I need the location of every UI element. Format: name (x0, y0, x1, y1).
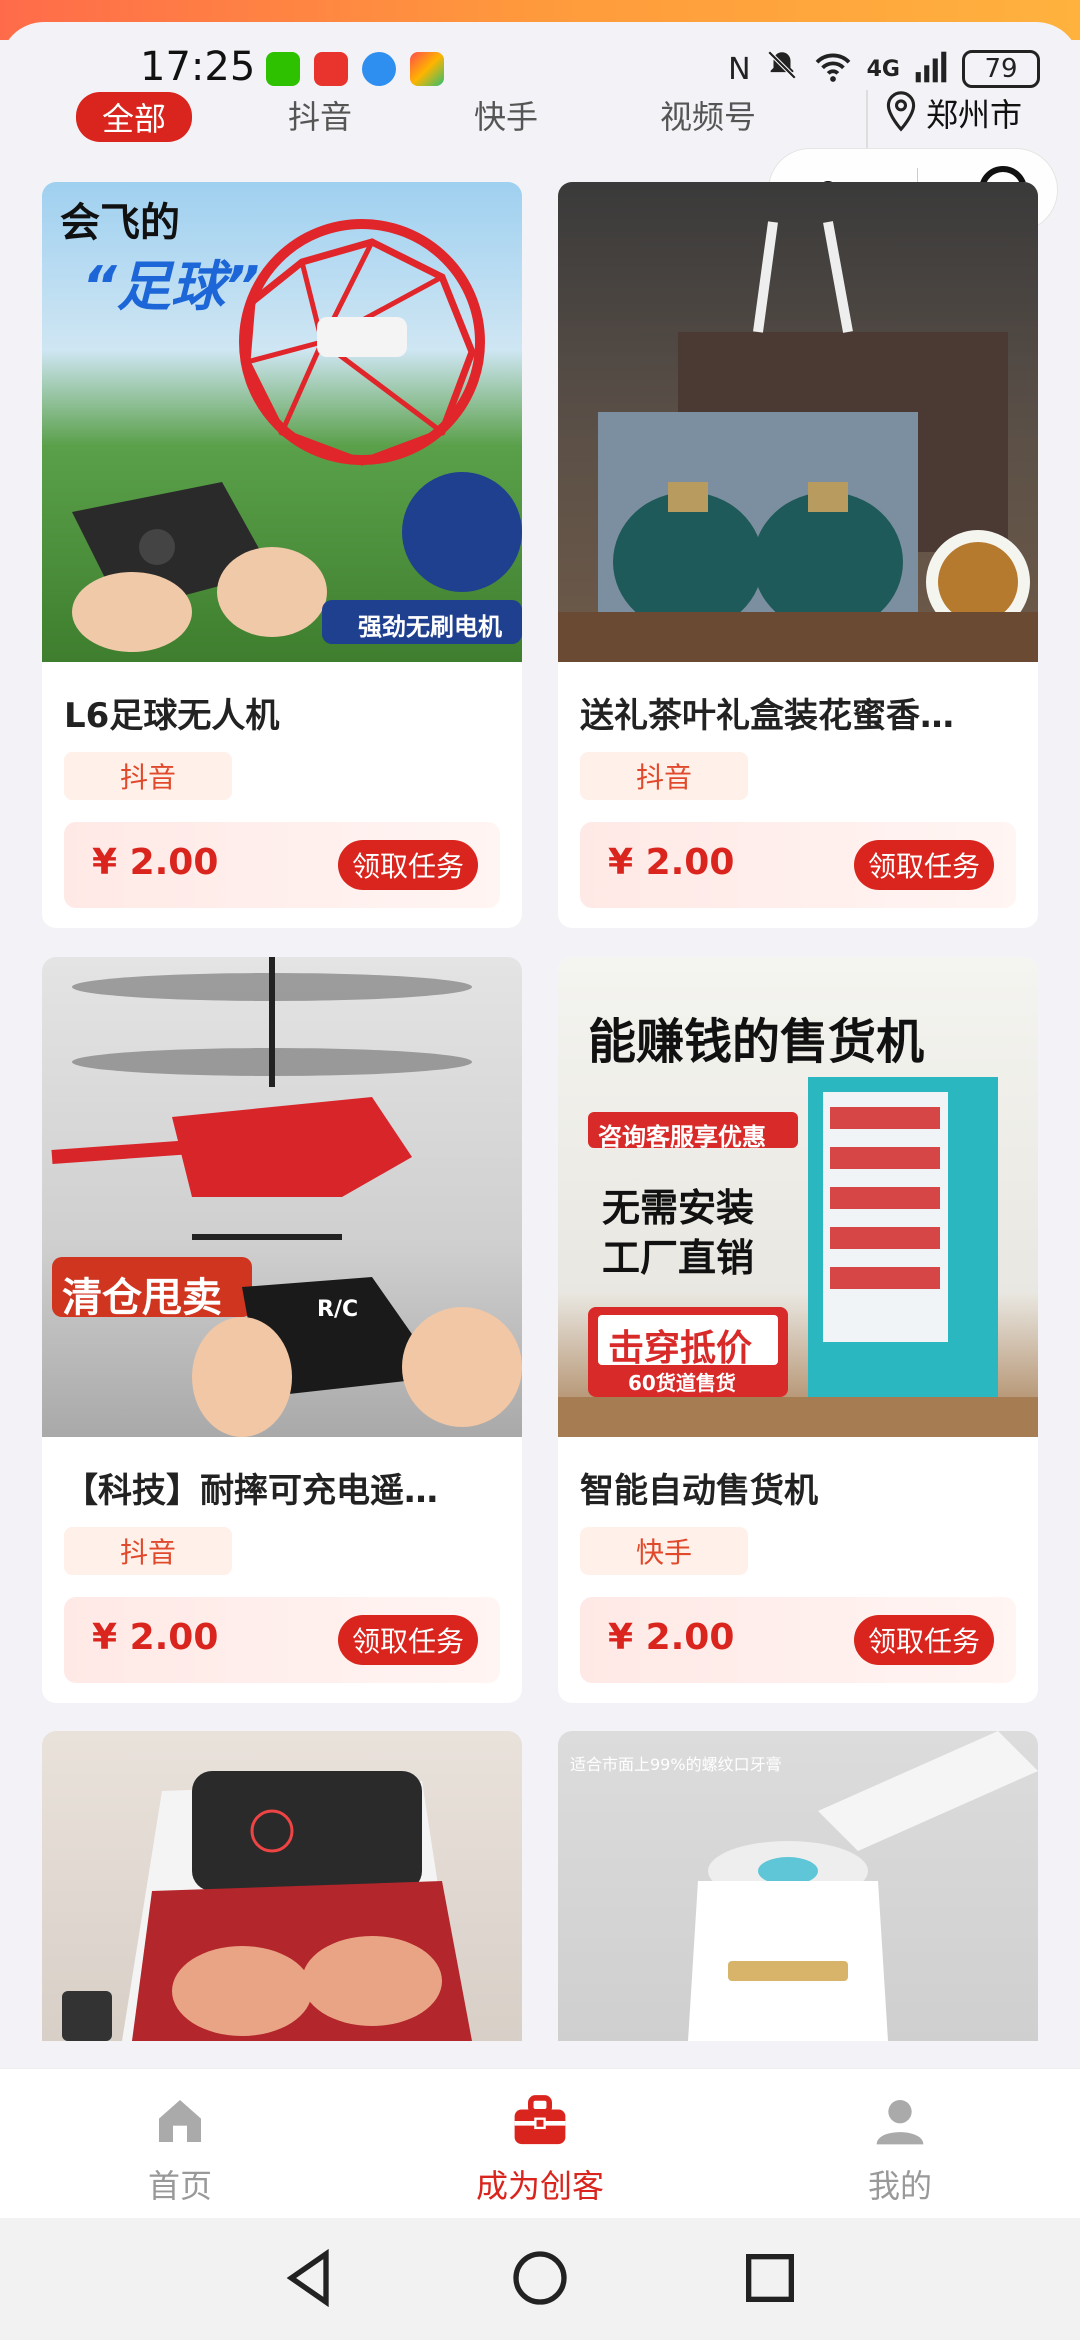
image-rc-label: R/C (317, 1297, 359, 1322)
image-price-label: 击穿抵价 (608, 1328, 753, 1369)
home-icon (152, 2100, 208, 2153)
image-line-1: 无需安装 (602, 1186, 755, 1230)
status-indicators: N 4G 79 (728, 48, 1040, 90)
signal-icon (914, 51, 948, 87)
location-city: 郑州市 (926, 96, 1023, 134)
price-box: ¥ 2.00 领取任务 (580, 822, 1016, 908)
product-image-vending-machine: 能赚钱的售货机 咨询客服享优惠 无需安装 工厂直销 击穿抵价 60货道售货 (558, 957, 1038, 1437)
product-card[interactable]: 适合市面上99%的螺纹口牙膏 (558, 1731, 1038, 2041)
mute-bell-icon (765, 48, 799, 90)
product-price: ¥ 2.00 (608, 1617, 735, 1658)
wechat-icon (266, 52, 300, 86)
platform-tag: 抖音 (580, 752, 748, 800)
nfc-icon: N (728, 51, 751, 87)
product-image-drone-ball: 会飞的 “足球” 强劲无刷电机 (42, 182, 522, 662)
recents-square-icon[interactable] (738, 2246, 802, 2310)
image-headline-2: “足球” (82, 255, 260, 318)
tab-kuaishou[interactable]: 快手 (474, 92, 538, 138)
toothpaste-dispenser-illustration (688, 1731, 1038, 2041)
paint-app-icon (410, 52, 444, 86)
image-promo-label: 咨询客服享优惠 (598, 1123, 766, 1151)
wifi-icon (813, 51, 853, 87)
platform-tag: 抖音 (64, 752, 232, 800)
foot-bath-illustration (62, 1771, 472, 2041)
claim-task-button[interactable]: 领取任务 (853, 1615, 994, 1665)
product-card[interactable]: 清仓甩卖 R/C 【科技】耐摔可充电遥… 抖音 ¥ 2.00 领取任务 (42, 957, 522, 1703)
user-icon (872, 2100, 928, 2153)
nav-become-creator[interactable]: 成为创客 (450, 2093, 630, 2207)
platform-tag: 快手 (580, 1527, 748, 1575)
price-box: ¥ 2.00 领取任务 (580, 1597, 1016, 1683)
image-slots-label: 60货道售货 (628, 1371, 736, 1395)
browser-icon (362, 52, 396, 86)
nav-home[interactable]: 首页 (90, 2093, 270, 2207)
image-caption: 适合市面上99%的螺纹口牙膏 (570, 1755, 782, 1774)
status-time: 17:25 (140, 44, 256, 90)
nav-mine[interactable]: 我的 (810, 2093, 990, 2207)
product-title: 送礼茶叶礼盒装花蜜香… (580, 696, 954, 736)
tab-douyin[interactable]: 抖音 (288, 92, 352, 138)
tea-box-illustration (558, 221, 1038, 662)
image-line-2: 工厂直销 (602, 1236, 755, 1280)
location-divider (866, 90, 868, 148)
image-badge: 清仓甩卖 (62, 1275, 222, 1321)
price-box: ¥ 2.00 领取任务 (64, 822, 500, 908)
bottom-navigation: 首页 成为创客 我的 (0, 2068, 1080, 2218)
location-selector[interactable]: 郑州市 (884, 90, 1022, 136)
product-price: ¥ 2.00 (608, 842, 735, 883)
notification-app-icons (266, 52, 444, 86)
product-image-toothpaste-dispenser: 适合市面上99%的螺纹口牙膏 (558, 1731, 1038, 2041)
product-price: ¥ 2.00 (92, 1617, 219, 1658)
nav-home-label: 首页 (147, 2167, 212, 2205)
product-price: ¥ 2.00 (92, 842, 219, 883)
image-headline: 能赚钱的售货机 (588, 1014, 925, 1070)
price-box: ¥ 2.00 领取任务 (64, 1597, 500, 1683)
platform-tag: 抖音 (64, 1527, 232, 1575)
platform-tabs: 全部 抖音 快手 视频号 郑州市 (0, 90, 1080, 148)
briefcase-icon (510, 2095, 570, 2153)
product-title: 智能自动售货机 (580, 1471, 818, 1511)
home-circle-icon[interactable] (508, 2246, 572, 2310)
product-card[interactable]: 能赚钱的售货机 咨询客服享优惠 无需安装 工厂直销 击穿抵价 60货道售货 智能… (558, 957, 1038, 1703)
nav-mine-label: 我的 (867, 2167, 932, 2205)
product-card[interactable] (42, 1731, 522, 2041)
tab-channels[interactable]: 视频号 (660, 92, 756, 138)
product-title: 【科技】耐摔可充电遥… (64, 1471, 438, 1511)
product-image-foot-bath (42, 1731, 522, 2041)
product-card[interactable]: 会飞的 “足球” 强劲无刷电机 L6足球无人机 抖音 ¥ 2.00 领取任务 (42, 182, 522, 928)
video-app-icon (314, 52, 348, 86)
network-type: 4G (866, 56, 900, 82)
claim-task-button[interactable]: 领取任务 (337, 1615, 478, 1665)
product-image-rc-helicopter: 清仓甩卖 R/C (42, 957, 522, 1437)
helicopter-illustration (51, 957, 522, 1437)
product-card[interactable]: 送礼茶叶礼盒装花蜜香… 抖音 ¥ 2.00 领取任务 (558, 182, 1038, 928)
nav-become-creator-label: 成为创客 (475, 2167, 604, 2205)
tab-all[interactable]: 全部 (76, 92, 193, 142)
back-triangle-icon[interactable] (278, 2246, 342, 2310)
product-image-tea-gift-box (558, 182, 1038, 662)
image-headline-1: 会飞的 (60, 200, 180, 246)
location-pin-icon (884, 90, 918, 136)
product-title: L6足球无人机 (64, 696, 280, 736)
claim-task-button[interactable]: 领取任务 (337, 840, 478, 890)
battery-indicator: 79 (962, 50, 1040, 88)
system-navigation-bar (0, 2218, 1080, 2340)
image-caption: 强劲无刷电机 (358, 613, 502, 641)
claim-task-button[interactable]: 领取任务 (853, 840, 994, 890)
